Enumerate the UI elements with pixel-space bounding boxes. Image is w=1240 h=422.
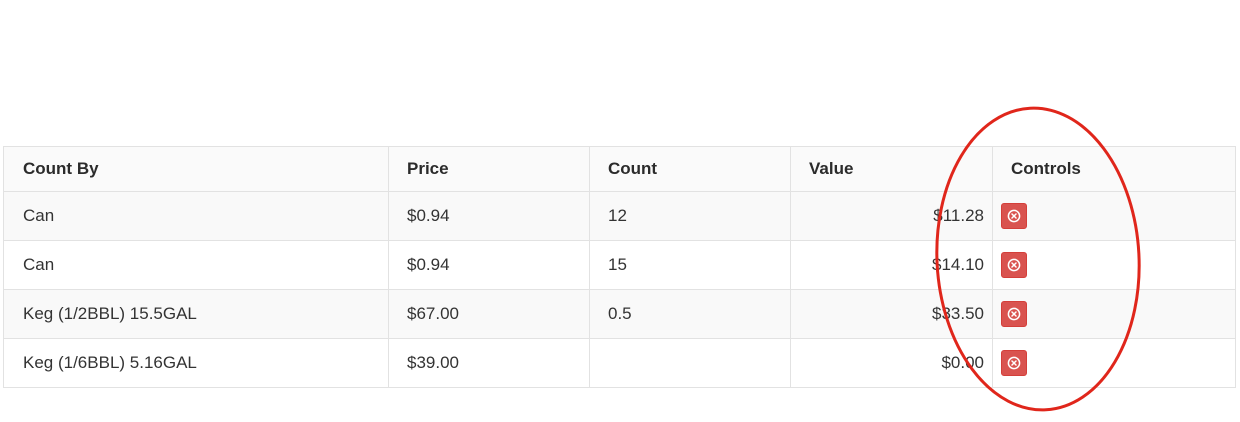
cell-count-by: Can — [3, 240, 389, 290]
table-header: Count By Price Count Value Controls — [3, 146, 1236, 192]
table-row: Keg (1/2BBL) 15.5GAL $67.00 0.5 $33.50 — [3, 289, 1236, 339]
cell-controls — [992, 191, 1236, 241]
cell-count[interactable] — [589, 338, 791, 388]
cell-value: $33.50 — [790, 289, 993, 339]
inventory-table-container: Count By Price Count Value Controls Can … — [3, 146, 1236, 388]
header-controls: Controls — [992, 146, 1236, 192]
remove-row-button[interactable] — [1001, 301, 1027, 327]
header-value: Value — [790, 146, 993, 192]
header-price: Price — [388, 146, 590, 192]
cell-count[interactable]: 0.5 — [589, 289, 791, 339]
remove-circle-icon — [1007, 209, 1021, 223]
cell-value: $14.10 — [790, 240, 993, 290]
inventory-table: Count By Price Count Value Controls Can … — [3, 146, 1236, 388]
cell-count-by: Keg (1/6BBL) 5.16GAL — [3, 338, 389, 388]
cell-controls — [992, 289, 1236, 339]
table-row: Can $0.94 12 $11.28 — [3, 191, 1236, 241]
cell-price: $0.94 — [388, 191, 590, 241]
cell-price: $39.00 — [388, 338, 590, 388]
table-header-row: Count By Price Count Value Controls — [3, 146, 1236, 192]
remove-row-button[interactable] — [1001, 252, 1027, 278]
remove-row-button[interactable] — [1001, 203, 1027, 229]
cell-controls — [992, 240, 1236, 290]
cell-count-by: Keg (1/2BBL) 15.5GAL — [3, 289, 389, 339]
cell-count[interactable]: 12 — [589, 191, 791, 241]
table-body: Can $0.94 12 $11.28 Can $0.94 15 $14.10 … — [3, 191, 1236, 388]
cell-value: $11.28 — [790, 191, 993, 241]
remove-row-button[interactable] — [1001, 350, 1027, 376]
cell-value: $0.00 — [790, 338, 993, 388]
cell-price: $0.94 — [388, 240, 590, 290]
header-count-by: Count By — [3, 146, 389, 192]
remove-circle-icon — [1007, 307, 1021, 321]
header-count: Count — [589, 146, 791, 192]
cell-count-by: Can — [3, 191, 389, 241]
remove-circle-icon — [1007, 356, 1021, 370]
cell-price: $67.00 — [388, 289, 590, 339]
remove-circle-icon — [1007, 258, 1021, 272]
table-row: Keg (1/6BBL) 5.16GAL $39.00 $0.00 — [3, 338, 1236, 388]
cell-controls — [992, 338, 1236, 388]
cell-count[interactable]: 15 — [589, 240, 791, 290]
table-row: Can $0.94 15 $14.10 — [3, 240, 1236, 290]
